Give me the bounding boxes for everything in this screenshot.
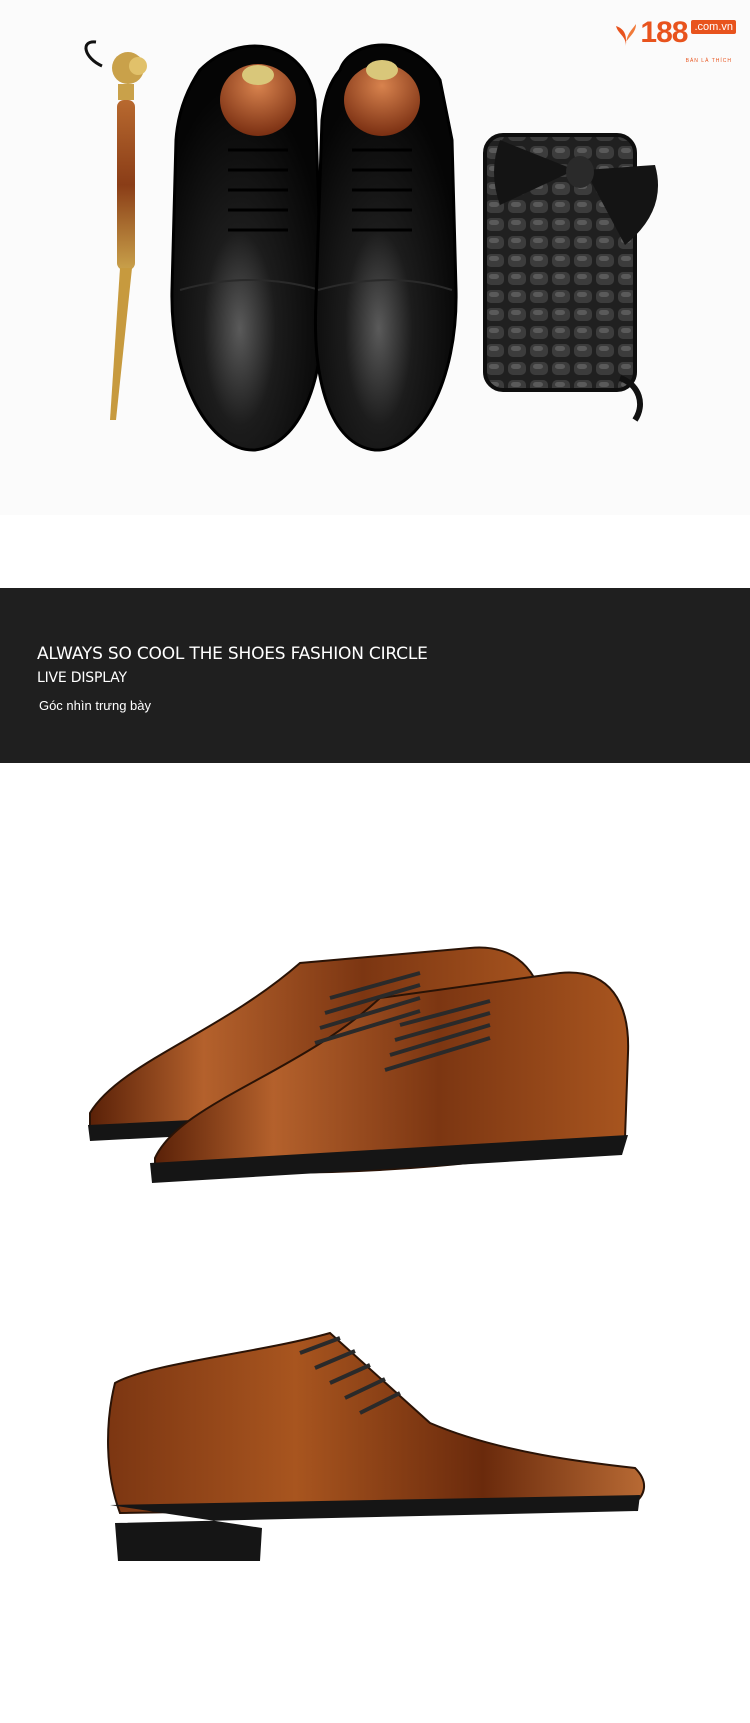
logo-number: 188 [640,16,688,49]
product-photo-pair [0,763,750,1243]
black-shoes-flatlay-image [84,40,659,452]
brown-shoe-side-image [107,1331,645,1561]
logo-tagline: BÁN LÀ THÍCH [685,58,732,64]
product-photo-side [0,1243,750,1718]
product-detail-page: 188 .com.vn BÁN LÀ THÍCH ALWAYS SO COOL … [0,0,750,1718]
shoehorn-image [84,40,147,420]
black-shoe-left-image [170,44,324,452]
banner-title: ALWAYS SO COOL THE SHOES FASHION CIRCLE [37,644,428,664]
brown-shoes-pair-image [88,946,630,1183]
product-photo-top: 188 .com.vn BÁN LÀ THÍCH [0,0,750,515]
banner-caption: Góc nhìn trưng bày [38,698,152,713]
brand-logo[interactable]: 188 .com.vn BÁN LÀ THÍCH [614,16,736,64]
live-display-banner: ALWAYS SO COOL THE SHOES FASHION CIRCLE … [0,588,750,763]
banner-subtitle: LIVE DISPLAY [37,670,127,686]
leaf-icon [616,24,637,46]
logo-domain: .com.vn [691,20,736,34]
black-shoe-right-image [313,43,458,452]
